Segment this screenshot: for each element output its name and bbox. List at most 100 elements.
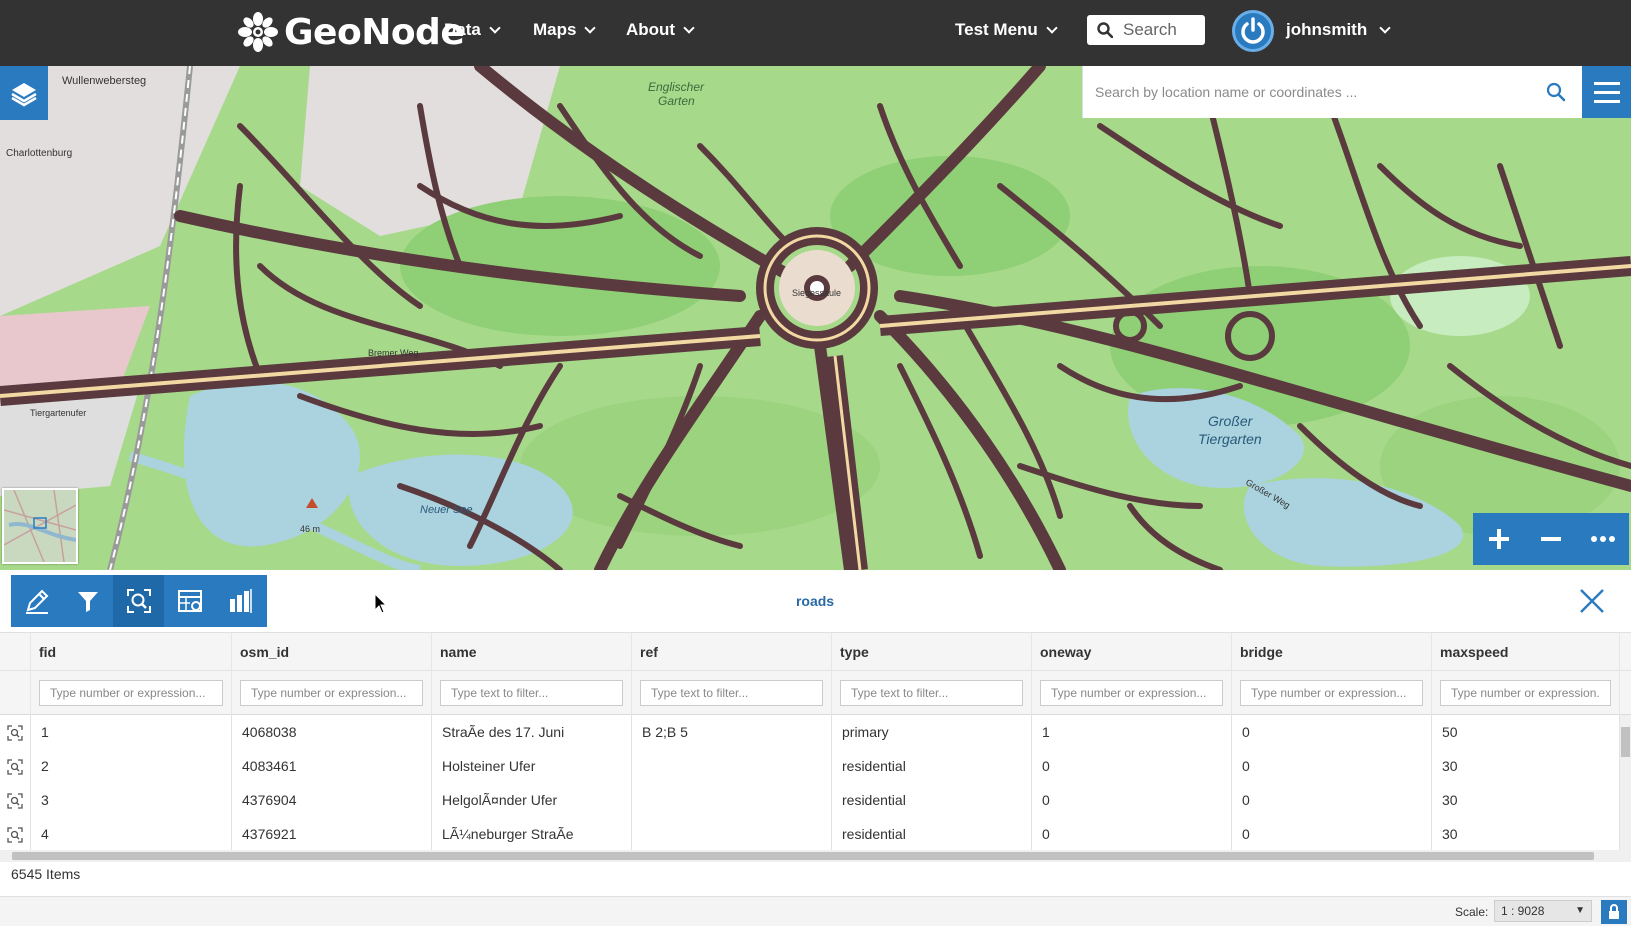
cell-osm_id[interactable]: 4376921 (232, 817, 432, 850)
column-header-ref[interactable]: ref (632, 633, 832, 671)
zoom-out-button[interactable] (1529, 517, 1573, 561)
more-options-button[interactable] (1581, 517, 1625, 561)
map-view[interactable]: Wullenwebersteg Englischer Garten Charlo… (0, 66, 1631, 570)
toc-layers-button[interactable] (0, 66, 48, 120)
filter-input-type[interactable] (840, 680, 1023, 706)
zoom-to-feature-button[interactable] (0, 783, 31, 818)
user-avatar[interactable] (1232, 10, 1274, 52)
search-icon (1097, 22, 1113, 38)
vertical-scrollbar[interactable] (1620, 715, 1631, 850)
zoom-to-features-button[interactable] (113, 575, 164, 627)
scale-dropdown[interactable]: 1 : 9028 ▼ (1494, 900, 1592, 922)
cell-maxspeed[interactable]: 50 (1432, 715, 1620, 750)
nav-menu-data[interactable]: Data (444, 20, 501, 40)
search-icon[interactable] (1546, 82, 1566, 102)
location-search-box[interactable] (1082, 66, 1582, 118)
table-settings-button[interactable] (164, 575, 215, 627)
cell-fid[interactable]: 1 (31, 715, 232, 750)
scrollbar-thumb[interactable] (12, 852, 1594, 860)
column-header-osm_id[interactable]: osm_id (232, 633, 432, 671)
scrollbar-thumb[interactable] (1621, 727, 1630, 757)
layer-name-title: roads (795, 593, 835, 609)
filter-input-osm_id[interactable] (240, 680, 423, 706)
cell-ref[interactable] (632, 783, 832, 818)
cell-oneway[interactable]: 0 (1032, 817, 1232, 850)
filter-button[interactable] (62, 575, 113, 627)
cell-ref[interactable] (632, 817, 832, 850)
filter-input-bridge[interactable] (1240, 680, 1423, 706)
column-header-fid[interactable]: fid (31, 633, 232, 671)
cell-maxspeed[interactable]: 30 (1432, 783, 1620, 818)
filter-input-oneway[interactable] (1040, 680, 1223, 706)
scale-value: 1 : 9028 (1501, 904, 1545, 918)
cell-oneway[interactable]: 0 (1032, 783, 1232, 818)
zoom-to-feature-button[interactable] (0, 817, 31, 850)
overview-map-tiles (4, 490, 76, 562)
overview-map[interactable] (2, 488, 78, 564)
cell-type[interactable]: residential (832, 749, 1032, 784)
cell-ref[interactable]: B 2;B 5 (632, 715, 832, 750)
cell-fid[interactable]: 4 (31, 817, 232, 850)
cell-bridge[interactable]: 0 (1232, 783, 1432, 818)
column-header-name[interactable]: name (432, 633, 632, 671)
cell-name[interactable]: LÃ¼neburger StraÃe (432, 817, 632, 850)
filter-cell (432, 671, 632, 715)
edit-mode-button[interactable] (11, 575, 62, 627)
cell-ref[interactable] (632, 749, 832, 784)
cell-osm_id[interactable]: 4083461 (232, 749, 432, 784)
cell-maxspeed[interactable]: 30 (1432, 817, 1620, 850)
nav-menu-maps[interactable]: Maps (533, 20, 597, 40)
username: johnsmith (1286, 20, 1368, 39)
table-row[interactable]: 1 4068038 StraÃe des 17. Juni B 2;B 5 primar… (0, 715, 1631, 750)
filter-input-name[interactable] (440, 680, 623, 706)
cell-osm_id[interactable]: 4068038 (232, 715, 432, 750)
map-label: Wullenwebersteg (62, 75, 146, 87)
cell-osm_id[interactable]: 4376904 (232, 783, 432, 818)
cell-bridge[interactable]: 0 (1232, 715, 1432, 750)
cell-maxspeed[interactable]: 30 (1432, 749, 1620, 784)
cell-fid[interactable]: 3 (31, 783, 232, 818)
filter-input-fid[interactable] (39, 680, 223, 706)
cell-name[interactable]: HelgolÃ¤nder Ufer (432, 783, 632, 818)
zoom-in-button[interactable] (1477, 517, 1521, 561)
close-icon[interactable] (1578, 587, 1606, 615)
location-search-input[interactable] (1095, 84, 1525, 100)
zoom-to-feature-icon (7, 724, 23, 741)
zoom-to-feature-button[interactable] (0, 715, 31, 750)
column-header-oneway[interactable]: oneway (1032, 633, 1232, 671)
nav-menu-about[interactable]: About (626, 20, 695, 40)
pencil-icon (25, 589, 48, 614)
zoom-to-feature-button[interactable] (0, 749, 31, 784)
user-menu[interactable]: johnsmith (1286, 20, 1391, 40)
charts-button[interactable] (215, 575, 266, 627)
cell-oneway[interactable]: 0 (1032, 749, 1232, 784)
nav-search-input[interactable] (1123, 20, 1203, 40)
cell-type[interactable]: residential (832, 817, 1032, 850)
attribution-button[interactable] (1601, 900, 1627, 924)
filter-input-maxspeed[interactable] (1440, 680, 1611, 706)
cell-name[interactable]: StraÃe des 17. Juni (432, 715, 632, 750)
table-row[interactable]: 2 4083461 Holsteiner Ufer residential 0 0 30 (0, 749, 1631, 784)
cell-bridge[interactable]: 0 (1232, 749, 1432, 784)
nav-search-box[interactable] (1087, 15, 1205, 45)
table-row[interactable]: 4 4376921 LÃ¼neburger StraÃe residential 0 0 3… (0, 817, 1631, 850)
burger-menu-button[interactable] (1582, 66, 1631, 118)
filter-icon (77, 592, 98, 612)
nav-menu-test[interactable]: Test Menu (955, 20, 1058, 40)
filter-cell (632, 671, 832, 715)
horizontal-scrollbar[interactable] (0, 850, 1631, 862)
grid-filter-row (0, 671, 1631, 715)
column-header-bridge[interactable]: bridge (1232, 633, 1432, 671)
cell-type[interactable]: residential (832, 783, 1032, 818)
cell-name[interactable]: Holsteiner Ufer (432, 749, 632, 784)
cell-fid[interactable]: 2 (31, 749, 232, 784)
cell-oneway[interactable]: 1 (1032, 715, 1232, 750)
brand-name: GeoNode (284, 11, 465, 53)
geonode-logo[interactable]: GeoNode (238, 8, 465, 56)
filter-input-ref[interactable] (640, 680, 823, 706)
table-row[interactable]: 3 4376904 HelgolÃ¤nder Ufer residential 0 0 30 (0, 783, 1631, 818)
cell-bridge[interactable]: 0 (1232, 817, 1432, 850)
column-header-maxspeed[interactable]: maxspeed (1432, 633, 1620, 671)
cell-type[interactable]: primary (832, 715, 1032, 750)
column-header-type[interactable]: type (832, 633, 1032, 671)
